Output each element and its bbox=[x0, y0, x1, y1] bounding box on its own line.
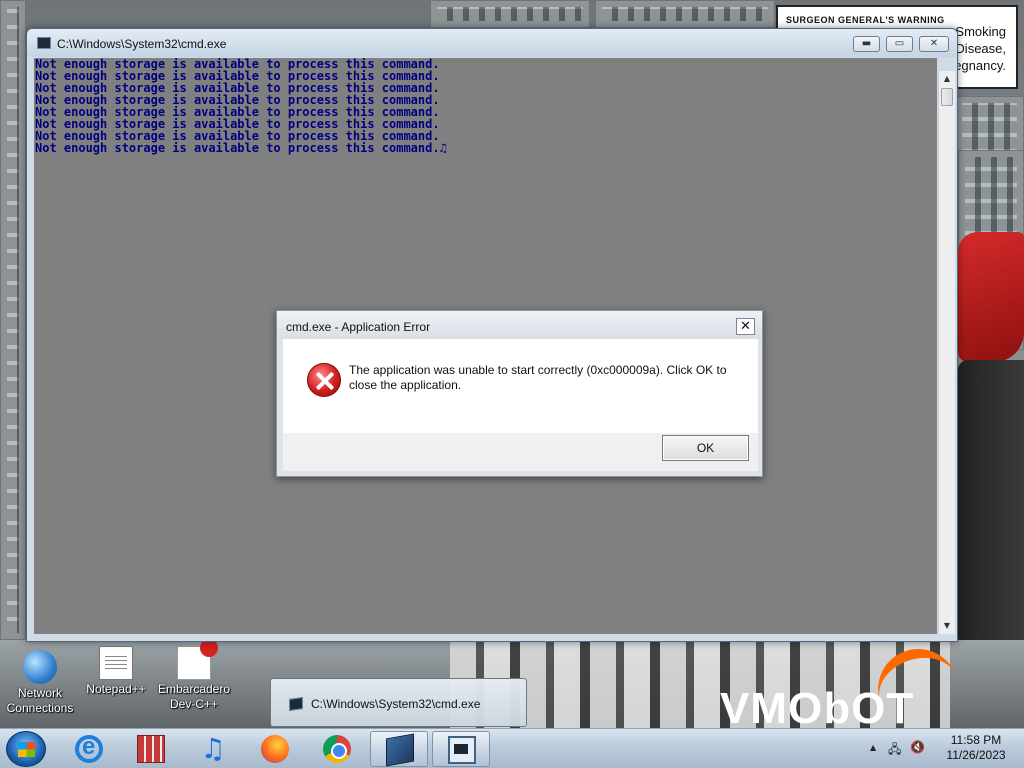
cmd-icon[interactable] bbox=[37, 37, 51, 49]
scroll-thumb[interactable] bbox=[941, 88, 953, 106]
internet-explorer-icon bbox=[75, 733, 103, 763]
wallpaper-building bbox=[0, 0, 26, 640]
maximize-button[interactable]: ▭ bbox=[886, 36, 913, 52]
console-line-last: Not enough storage is available to proce… bbox=[35, 142, 937, 154]
cmd-window-title: C:\Windows\System32\cmd.exe bbox=[57, 37, 227, 51]
tray-expand-icon[interactable]: ▲ bbox=[870, 743, 876, 752]
error-x-icon bbox=[307, 363, 341, 397]
application-error-dialog: cmd.exe - Application Error ✕ The applic… bbox=[276, 310, 763, 477]
scroll-down-arrow-icon[interactable]: ▼ bbox=[939, 618, 955, 634]
scroll-up-arrow-icon[interactable]: ▲ bbox=[939, 71, 955, 87]
wallpaper-building bbox=[430, 0, 590, 28]
notepad-plus-plus-icon bbox=[99, 646, 133, 680]
warning-line: regnancy. bbox=[949, 58, 1006, 73]
brand-logo-text: VMObOT bbox=[720, 684, 915, 733]
console-line-text: Not enough storage is available to proce… bbox=[35, 141, 440, 155]
vertical-scrollbar[interactable]: ▲ ▼ bbox=[938, 71, 955, 634]
taskbar-internet-explorer[interactable] bbox=[60, 731, 118, 767]
music-note-icon: ♫ bbox=[200, 732, 226, 765]
ok-button[interactable]: OK bbox=[662, 435, 749, 461]
desktop-icon-dev-cpp[interactable]: Embarcadero Dev-C++ bbox=[154, 639, 234, 712]
desktop-icon-label: Embarcadero bbox=[157, 682, 231, 696]
warning-sign-text: Smoking Disease, regnancy. bbox=[950, 23, 1006, 74]
taskbar-firefox[interactable] bbox=[246, 731, 304, 767]
desktop-icon-label: Connections bbox=[6, 701, 74, 715]
desktop-icon-label: Network bbox=[17, 686, 62, 700]
taskbar-thumbnail-popup[interactable]: C:\Windows\System32\cmd.exe bbox=[270, 678, 527, 727]
minimize-button[interactable]: ▬ bbox=[853, 36, 880, 52]
firefox-icon bbox=[261, 735, 289, 763]
app-window-icon bbox=[448, 736, 476, 764]
wallpaper-speaker bbox=[958, 360, 1024, 640]
wallpaper-red-cloth bbox=[958, 232, 1024, 362]
taskbar-cmd[interactable] bbox=[370, 731, 428, 767]
desktop-icon-network-connections[interactable]: Network Connections bbox=[0, 650, 80, 716]
desktop-icon-label: Dev-C++ bbox=[169, 697, 219, 711]
taskbar-chrome[interactable] bbox=[308, 731, 366, 767]
thumbnail-label: C:\Windows\System32\cmd.exe bbox=[311, 697, 481, 711]
dialog-title: cmd.exe - Application Error bbox=[286, 320, 431, 334]
dialog-close-button[interactable]: ✕ bbox=[736, 318, 755, 335]
desktop-icon-notepad-plus-plus[interactable]: Notepad++ bbox=[76, 646, 156, 697]
taskbar-music-player[interactable]: ♫ bbox=[184, 731, 242, 767]
dialog-titlebar[interactable]: cmd.exe - Application Error ✕ bbox=[277, 311, 762, 339]
network-icon[interactable]: 🖧 bbox=[888, 740, 901, 761]
clock-time: 11:58 PM bbox=[950, 733, 1002, 747]
clock-date: 11/26/2023 bbox=[946, 748, 1006, 762]
dialog-message: The application was unable to start corr… bbox=[349, 363, 727, 392]
chrome-icon bbox=[323, 735, 351, 763]
volume-muted-icon[interactable]: 🔇 bbox=[910, 740, 925, 754]
start-button[interactable] bbox=[6, 731, 46, 767]
desktop-icon-label: Notepad++ bbox=[86, 682, 146, 696]
close-button[interactable]: ✕ bbox=[919, 36, 949, 52]
dialog-body: The application was unable to start corr… bbox=[283, 339, 758, 433]
taskbar-clock[interactable]: 11:58 PM 11/26/2023 bbox=[934, 733, 1018, 763]
warning-line: Disease, bbox=[955, 41, 1006, 56]
cmd-icon bbox=[289, 697, 303, 711]
dev-cpp-icon bbox=[177, 639, 218, 680]
warning-line: Smoking bbox=[955, 24, 1006, 39]
system-tray: ▲ 🖧 🔇 bbox=[866, 737, 930, 761]
console-caret: ♫ bbox=[439, 141, 447, 155]
network-globe-icon bbox=[23, 650, 57, 684]
taskbar-archive-tool[interactable] bbox=[122, 731, 180, 767]
cmd-icon bbox=[386, 733, 414, 767]
taskbar: ♫ ▲ 🖧 🔇 11:58 PM 11/26/2023 bbox=[0, 728, 1024, 768]
wallpaper-building bbox=[595, 0, 775, 28]
cmd-titlebar[interactable]: C:\Windows\System32\cmd.exe ▬ ▭ ✕ bbox=[27, 29, 957, 57]
taskbar-wizard-app[interactable] bbox=[432, 731, 490, 767]
archive-box-icon bbox=[137, 735, 165, 763]
